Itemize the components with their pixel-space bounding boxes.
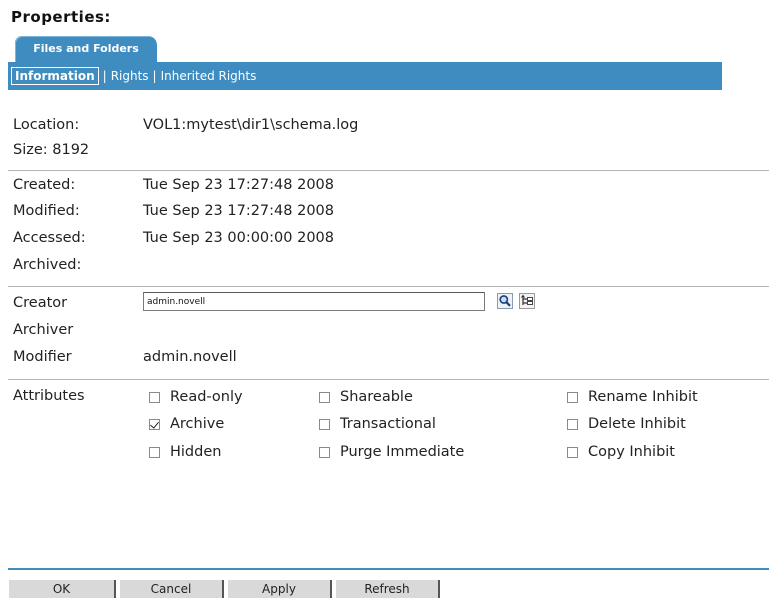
modified-value: Tue Sep 23 17:27:48 2008 — [143, 203, 335, 219]
attributes-label: Attributes — [13, 388, 85, 404]
separator: | — [102, 69, 107, 83]
size-label: Size: 8192 — [13, 142, 90, 158]
subtab-information[interactable]: Information — [11, 67, 99, 85]
sub-navigation-bar: Information | Rights | Inherited Rights — [8, 62, 722, 90]
refresh-button[interactable]: Refresh — [336, 580, 440, 598]
page-title: Properties: — [11, 8, 111, 26]
accessed-value: Tue Sep 23 00:00:00 2008 — [143, 230, 335, 246]
checkbox-box[interactable] — [319, 418, 330, 430]
checkbox-shareable[interactable]: Shareable — [319, 389, 413, 405]
separator: | — [152, 69, 157, 83]
created-label: Created: — [13, 177, 76, 193]
cancel-button[interactable]: Cancel — [120, 580, 224, 598]
checkbox-transactional[interactable]: Transactional — [319, 416, 436, 432]
checkbox-delete-inhibit[interactable]: Delete Inhibit — [567, 416, 686, 432]
location-value: VOL1:mytest\dir1\schema.log — [143, 117, 359, 133]
divider — [8, 170, 769, 171]
checkbox-label: Copy Inhibit — [588, 444, 675, 460]
tab-files-and-folders[interactable]: Files and Folders — [15, 36, 157, 62]
checkbox-box[interactable] — [567, 418, 578, 430]
subtab-inherited-rights[interactable]: Inherited Rights — [161, 69, 257, 83]
created-value: Tue Sep 23 17:27:48 2008 — [143, 177, 335, 193]
checkbox-box-checked[interactable] — [149, 418, 160, 430]
archived-label: Archived: — [13, 257, 82, 273]
creator-input[interactable] — [143, 292, 485, 311]
checkbox-label: Archive — [170, 416, 225, 432]
checkbox-box[interactable] — [149, 446, 160, 458]
checkbox-box[interactable] — [319, 446, 330, 458]
checkbox-label: Read-only — [170, 389, 243, 405]
accessed-label: Accessed: — [13, 230, 86, 246]
checkbox-label: Transactional — [340, 416, 436, 432]
creator-label: Creator — [13, 295, 68, 311]
checkbox-label: Purge Immediate — [340, 444, 465, 460]
checkbox-box[interactable] — [567, 446, 578, 458]
checkbox-label: Rename Inhibit — [588, 389, 698, 405]
checkbox-hidden[interactable]: Hidden — [149, 444, 221, 460]
checkbox-box[interactable] — [149, 391, 160, 403]
checkbox-label: Shareable — [340, 389, 413, 405]
archiver-label: Archiver — [13, 322, 74, 338]
modified-label: Modified: — [13, 203, 80, 219]
footer-divider — [8, 568, 769, 570]
divider — [8, 286, 769, 287]
location-label: Location: — [13, 117, 80, 133]
search-icon[interactable] — [497, 293, 513, 309]
ok-button[interactable]: OK — [9, 580, 116, 598]
apply-button[interactable]: Apply — [228, 580, 332, 598]
divider — [8, 379, 769, 380]
checkbox-label: Delete Inhibit — [588, 416, 686, 432]
checkbox-archive[interactable]: Archive — [149, 416, 224, 432]
checkbox-read-only[interactable]: Read-only — [149, 389, 243, 405]
checkbox-box[interactable] — [567, 391, 578, 403]
modifier-value: admin.novell — [143, 349, 237, 365]
checkbox-box[interactable] — [319, 391, 330, 403]
checkbox-copy-inhibit[interactable]: Copy Inhibit — [567, 444, 675, 460]
checkbox-purge-immediate[interactable]: Purge Immediate — [319, 444, 464, 460]
checkbox-rename-inhibit[interactable]: Rename Inhibit — [567, 389, 698, 405]
subtab-rights[interactable]: Rights — [111, 69, 149, 83]
modifier-label: Modifier — [13, 349, 72, 365]
checkbox-label: Hidden — [170, 444, 222, 460]
browse-tree-icon[interactable] — [519, 293, 535, 309]
